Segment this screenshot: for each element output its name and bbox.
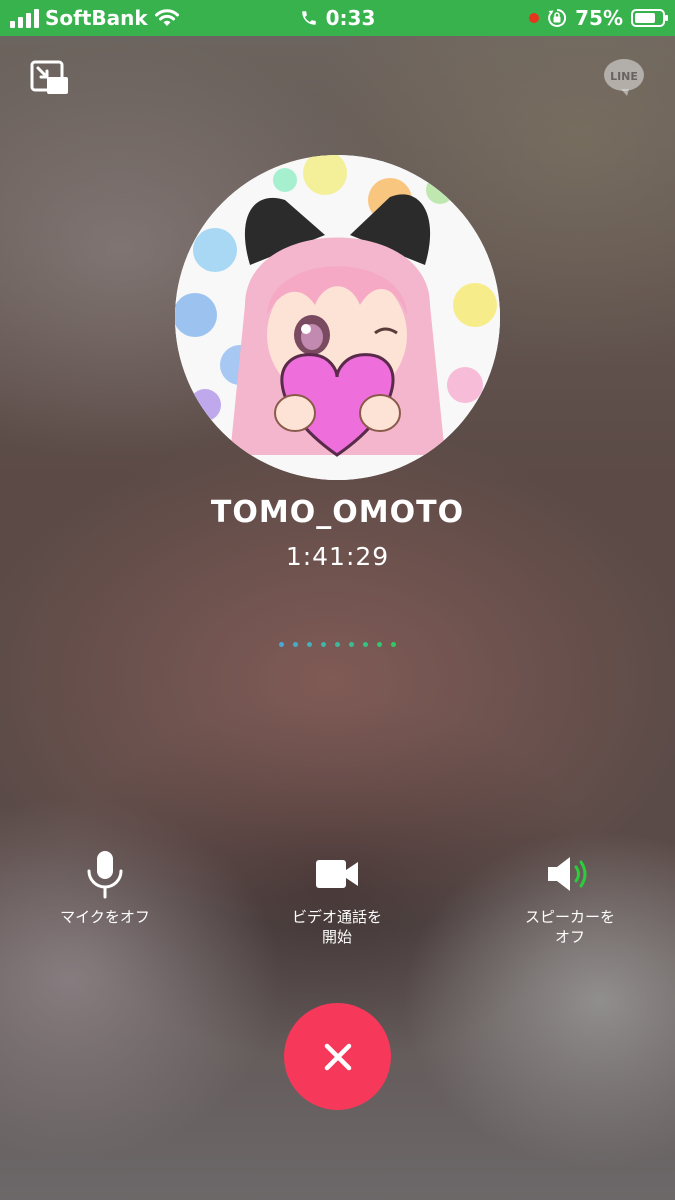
battery-icon bbox=[631, 9, 668, 27]
battery-level-fill bbox=[635, 13, 655, 23]
orientation-lock-icon bbox=[548, 8, 567, 27]
speaker-off-button[interactable]: スピーカーを オフ bbox=[485, 845, 655, 947]
start-video-button[interactable]: ビデオ通話を 開始 bbox=[252, 845, 422, 947]
phone-icon bbox=[301, 11, 316, 25]
connection-dot bbox=[293, 642, 298, 647]
close-icon bbox=[324, 1043, 351, 1070]
connection-dot bbox=[335, 642, 340, 647]
caller-avatar bbox=[175, 155, 500, 480]
connection-dots bbox=[0, 642, 675, 647]
status-bar: SoftBank 0:33 75% bbox=[0, 0, 675, 36]
connection-dot bbox=[363, 642, 368, 647]
line-logo-icon: LINE bbox=[603, 58, 645, 98]
battery-percent: 75% bbox=[575, 6, 623, 30]
call-duration: 1:41:29 bbox=[285, 542, 390, 571]
video-camera-icon bbox=[316, 860, 358, 888]
caller-name: TOMO_OMOTO bbox=[210, 495, 465, 530]
connection-dot bbox=[391, 642, 396, 647]
recording-dot-icon bbox=[529, 13, 540, 23]
connection-dot bbox=[349, 642, 354, 647]
mute-mic-label: マイクをオフ bbox=[60, 908, 150, 926]
connection-dot bbox=[321, 642, 326, 647]
minimize-window-icon[interactable] bbox=[30, 60, 70, 96]
line-logo-text: LINE bbox=[610, 70, 638, 83]
end-call-button[interactable] bbox=[284, 1003, 391, 1110]
avatar-illustration bbox=[175, 155, 500, 480]
connection-dot bbox=[307, 642, 312, 647]
speaker-off-label: スピーカーを オフ bbox=[524, 908, 615, 946]
microphone-icon bbox=[87, 851, 123, 899]
connection-dot bbox=[377, 642, 382, 647]
connection-dot bbox=[279, 642, 284, 647]
start-video-label: ビデオ通話を 開始 bbox=[291, 908, 382, 946]
clock: 0:33 bbox=[325, 6, 376, 30]
speaker-icon bbox=[548, 857, 587, 891]
mute-mic-button[interactable]: マイクをオフ bbox=[20, 845, 190, 927]
